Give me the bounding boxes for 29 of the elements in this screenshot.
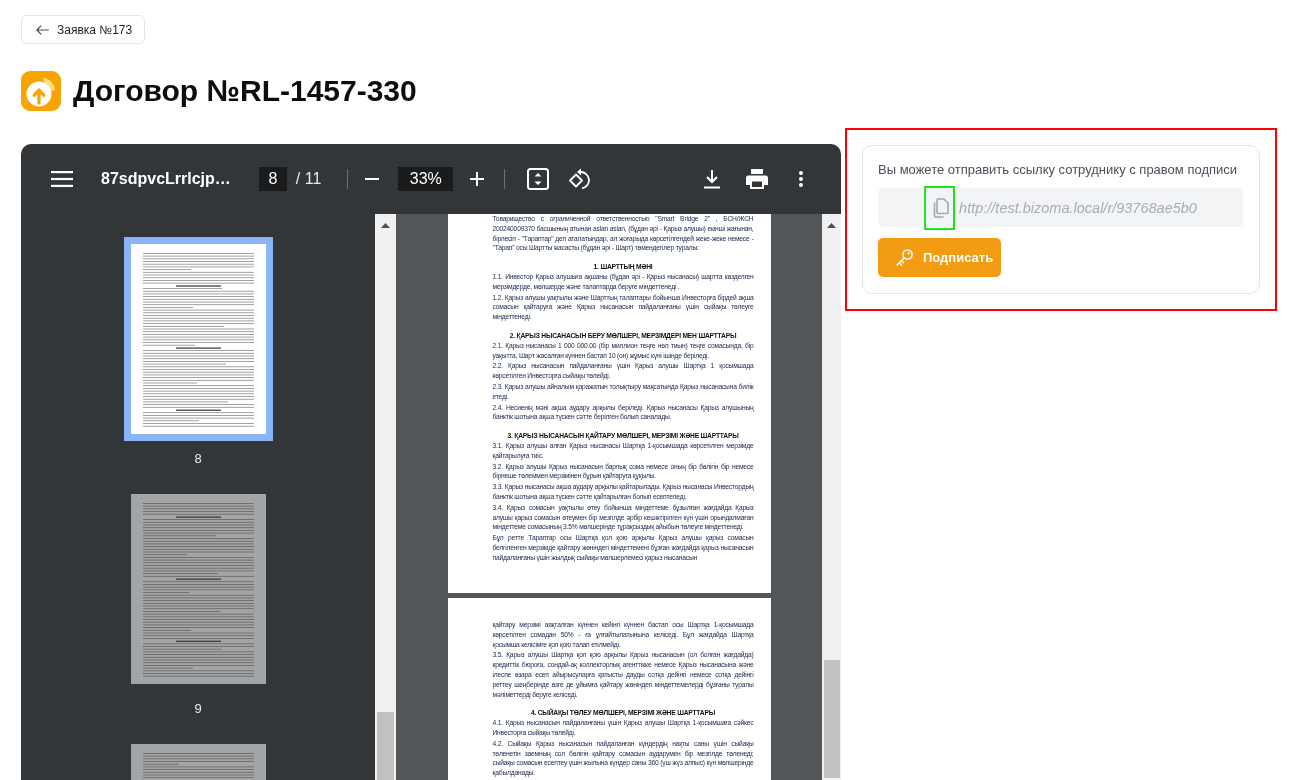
page-thumbnail[interactable]: [123, 237, 273, 441]
arrow-left-icon: [36, 24, 49, 35]
page-title: Договор №RL-1457-330: [73, 73, 417, 109]
scrollbar-thumb[interactable]: [823, 660, 840, 778]
menu-icon[interactable]: [51, 171, 73, 187]
more-icon[interactable]: [799, 171, 803, 187]
print-icon[interactable]: [746, 169, 768, 189]
page-count: / 11: [295, 170, 322, 188]
link-text: http://test.bizoma.local/r/93768ae5b0: [959, 199, 1197, 216]
scroll-up-arrow-icon[interactable]: [381, 223, 390, 228]
page-number-label: 9: [194, 700, 202, 718]
page-number-label: 8: [194, 450, 202, 468]
minus-icon[interactable]: [365, 178, 380, 180]
plus-icon[interactable]: [470, 172, 485, 186]
scrollbar[interactable]: [375, 214, 396, 780]
back-button[interactable]: Заявка №173: [21, 15, 146, 44]
scrollbar-thumb[interactable]: [377, 712, 394, 780]
file-name: 87sdpvcLrrlcjp…: [101, 170, 231, 188]
page-number-field[interactable]: 8: [258, 167, 287, 191]
page-thumbnail[interactable]: [130, 494, 266, 684]
key-icon: [896, 249, 913, 266]
hint-text: Вы можете отправить ссылку сотруднику с правом подписи: [878, 161, 1239, 179]
scroll-up-arrow-icon[interactable]: [827, 223, 836, 228]
rotate-icon[interactable]: [568, 168, 591, 190]
scrollbar[interactable]: [822, 214, 841, 780]
zoom-field[interactable]: 33%: [398, 167, 454, 191]
download-icon[interactable]: [703, 169, 721, 189]
logo-icon: [21, 71, 61, 111]
fit-page-icon[interactable]: [527, 168, 550, 190]
